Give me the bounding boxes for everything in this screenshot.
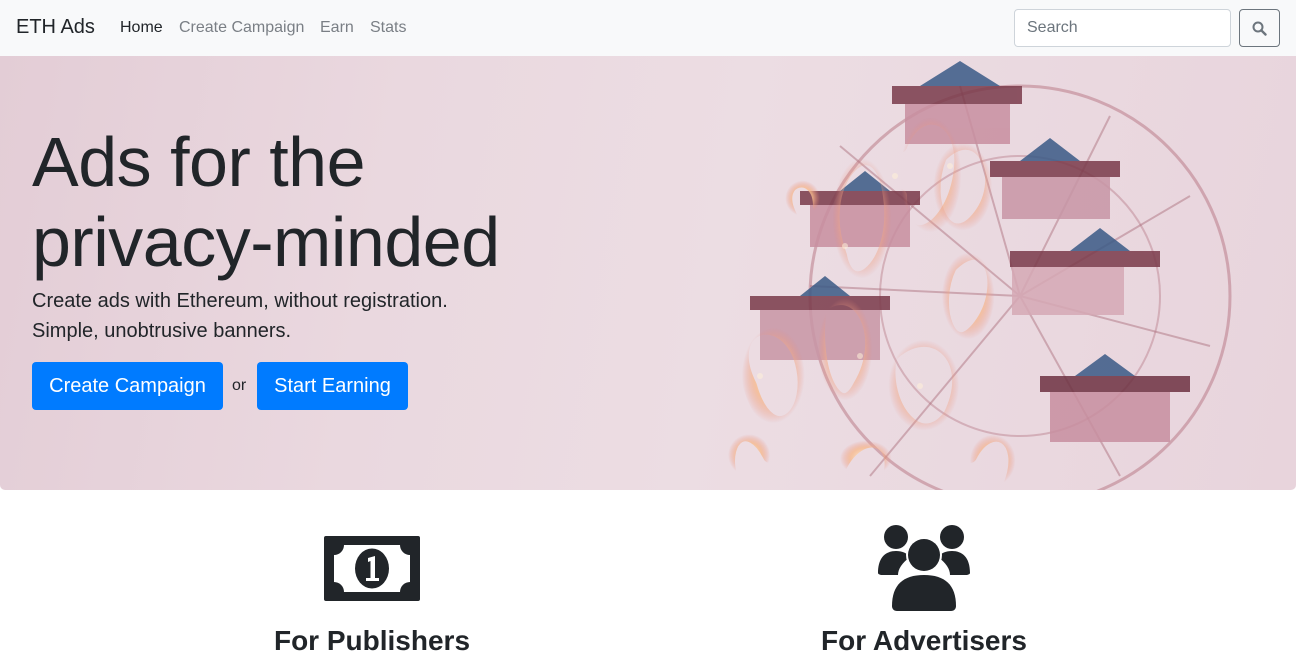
hero-subtitle-line-2: Simple, unobtrusive banners. [32,320,292,342]
nav-link-create-campaign[interactable]: Create Campaign [179,18,304,38]
nav-link-stats[interactable]: Stats [370,18,406,38]
create-campaign-button[interactable]: Create Campaign [32,362,223,410]
for-publishers-title: For Publishers [273,625,471,656]
money-bill-icon [324,536,420,601]
hero-subtitle-line-1: Create ads with Ethereum, without regist… [32,290,448,312]
for-advertisers-title: For Advertisers [821,625,1027,656]
hero-banner: Ads for the privacy-minded Create ads wi… [0,56,1296,490]
hero-title: Ads for the privacy-minded [32,122,652,282]
brand-link[interactable]: ETH Ads [16,15,95,39]
start-earning-button[interactable]: Start Earning [257,362,408,410]
ferris-wheel-image [721,61,1232,490]
hero-title-line-2: privacy-minded [32,203,500,281]
users-icon [878,525,970,612]
search-input[interactable] [1014,9,1231,47]
or-separator: or [232,377,247,394]
search-icon [1252,21,1267,36]
navbar: ETH Ads Home Create Campaign Earn Stats [0,0,1296,56]
nav-link-home[interactable]: Home [120,18,163,38]
nav-link-earn[interactable]: Earn [320,18,354,38]
search-button[interactable] [1239,9,1280,47]
hero-title-line-1: Ads for the [32,123,366,201]
